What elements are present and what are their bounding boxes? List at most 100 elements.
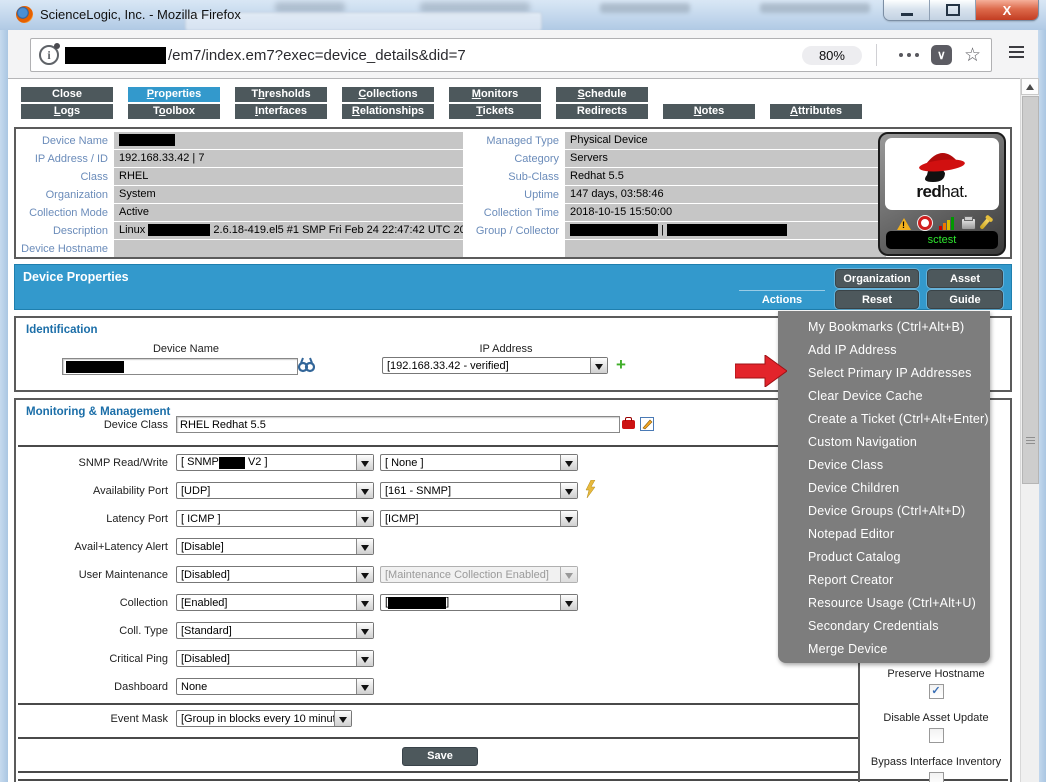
actions-button[interactable]: Actions (739, 290, 825, 310)
add-ip-icon[interactable]: + (616, 358, 626, 372)
pocket-icon[interactable]: ∨ (931, 45, 952, 65)
bar-chart-icon[interactable] (939, 217, 954, 230)
wrench-icon[interactable] (979, 217, 990, 230)
menu-item-device-children[interactable]: Device Children (778, 477, 990, 500)
reset-button[interactable]: Reset (835, 290, 919, 309)
snmp-read-write-select[interactable]: [ SNMP V2 ] (176, 454, 374, 471)
dashboard-select[interactable]: None (176, 678, 374, 695)
tab-logs[interactable]: Logs (21, 104, 113, 119)
ip-address-select[interactable]: [192.168.33.42 - verified] (382, 357, 608, 374)
checkbox[interactable] (929, 728, 944, 743)
tab-schedule[interactable]: Schedule (556, 87, 648, 102)
device-class-tile[interactable]: redhat. sctest (878, 132, 1006, 256)
browser-scrollbar[interactable] (1020, 78, 1039, 782)
menu-item-device-class[interactable]: Device Class (778, 454, 990, 477)
menu-item-add-ip-address[interactable]: Add IP Address (778, 339, 990, 362)
close-window-button[interactable]: X (976, 0, 1038, 20)
menu-item-secondary-credentials[interactable]: Secondary Credentials (778, 615, 990, 638)
checkbox-label: Preserve Hostname (860, 668, 1012, 680)
menu-item-resource-usage-ctrl-alt-u[interactable]: Resource Usage (Ctrl+Alt+U) (778, 592, 990, 615)
tab-toolbox[interactable]: Toolbox (128, 104, 220, 119)
device-info-row: ClassRHELSub-ClassRedhat 5.5 (18, 168, 886, 185)
tab-collections[interactable]: Collections (342, 87, 434, 102)
ip-address-label: IP Address (431, 343, 581, 355)
user-maintenance-select[interactable]: [Disabled] (176, 566, 374, 583)
device-class-input[interactable]: RHEL Redhat 5.5 (176, 416, 620, 433)
info-value: Linux 2.6.18-419.el5 #1 SMP Fri Feb 24 2… (114, 222, 463, 239)
snmp-read-write-secondary-select[interactable]: [ None ] (380, 454, 578, 471)
latency-port-select[interactable]: [ ICMP ] (176, 510, 374, 527)
site-info-icon[interactable]: i (39, 45, 59, 65)
menu-item-custom-navigation[interactable]: Custom Navigation (778, 431, 990, 454)
dropdown-value: [] (381, 596, 560, 608)
printer-icon[interactable] (961, 218, 976, 230)
checkbox[interactable] (929, 772, 944, 782)
menu-item-clear-device-cache[interactable]: Clear Device Cache (778, 385, 990, 408)
device-properties-bar: Device Properties Organization Asset Act… (14, 264, 1012, 310)
bookmark-star-icon[interactable]: ☆ (964, 46, 981, 65)
menu-item-select-primary-ip-addresses[interactable]: Select Primary IP Addresses (778, 362, 990, 385)
tab-close[interactable]: Close (21, 87, 113, 102)
availability-port-secondary-select[interactable]: [161 - SNMP] (380, 482, 578, 499)
availability-port-select[interactable]: [UDP] (176, 482, 374, 499)
dropdown-value: [Disabled] (177, 569, 356, 581)
info-value (114, 132, 463, 149)
info-value: Servers (565, 150, 886, 167)
checkbox-checked[interactable]: ✓ (929, 684, 944, 699)
device-info-row: IP Address / ID192.168.33.42 | 7Category… (18, 150, 886, 167)
maximize-button[interactable] (930, 0, 976, 20)
tab-notes[interactable]: Notes (663, 104, 755, 119)
menu-item-product-catalog[interactable]: Product Catalog (778, 546, 990, 569)
lightning-icon[interactable] (584, 480, 596, 498)
tab-interfaces[interactable]: Interfaces (235, 104, 327, 119)
tab-relationships[interactable]: Relationships (342, 104, 434, 119)
collection-secondary-select[interactable]: [] (380, 594, 578, 611)
binoculars-search-icon[interactable] (298, 356, 315, 373)
collection-select[interactable]: [Enabled] (176, 594, 374, 611)
menu-item-merge-device[interactable]: Merge Device (778, 638, 990, 661)
menu-item-my-bookmarks-ctrl-alt-b[interactable]: My Bookmarks (Ctrl+Alt+B) (778, 316, 990, 339)
user-maintenance-secondary-select[interactable]: [Maintenance Collection Enabled] (380, 566, 578, 583)
menu-item-device-groups-ctrl-alt-d[interactable]: Device Groups (Ctrl+Alt+D) (778, 500, 990, 523)
critical-ping-select[interactable]: [Disabled] (176, 650, 374, 667)
info-value: 2018-10-15 15:50:00 (565, 204, 886, 221)
warning-icon[interactable] (897, 218, 911, 230)
device-name-input[interactable] (62, 358, 298, 375)
tab-attributes[interactable]: Attributes (770, 104, 862, 119)
scrollbar-thumb[interactable] (1022, 96, 1039, 484)
edit-icon[interactable] (640, 417, 654, 431)
url-text[interactable]: /em7/index.em7?exec=device_details&did=7 (168, 47, 802, 64)
menu-item-report-creator[interactable]: Report Creator (778, 569, 990, 592)
latency-port-secondary-select[interactable]: [ICMP] (380, 510, 578, 527)
chevron-down-icon (560, 483, 577, 498)
section-divider (18, 737, 858, 739)
event-mask-select[interactable]: [Group in blocks every 10 minutes] (176, 710, 352, 727)
toolbox-icon[interactable] (622, 420, 635, 429)
organization-button[interactable]: Organization (835, 269, 919, 288)
save-button[interactable]: Save (402, 747, 478, 766)
device-summary-panel: Device NameManaged TypePhysical DeviceIP… (14, 127, 1012, 259)
tab-monitors[interactable]: Monitors (449, 87, 541, 102)
menu-item-create-a-ticket-ctrl-alt-enter[interactable]: Create a Ticket (Ctrl+Alt+Enter) (778, 408, 990, 431)
device-info-row: Collection ModeActiveCollection Time2018… (18, 204, 886, 221)
menu-hamburger-icon[interactable] (1009, 46, 1024, 61)
coll-type-select[interactable]: [Standard] (176, 622, 374, 639)
dropdown-value: [ICMP] (381, 513, 560, 525)
scrollbar-up-arrow[interactable] (1021, 78, 1039, 95)
avail-latency-alert-select[interactable]: [Disable] (176, 538, 374, 555)
tab-redirects[interactable]: Redirects (556, 104, 648, 119)
red-callout-arrow (735, 355, 787, 387)
zoom-level-badge[interactable]: 80% (802, 46, 862, 65)
dropdown-value: None (177, 681, 356, 693)
guide-button[interactable]: Guide (927, 290, 1003, 309)
lifesaver-icon[interactable] (918, 216, 932, 230)
field-label: Critical Ping (18, 653, 168, 665)
page-actions-icon[interactable] (899, 53, 919, 57)
tab-properties[interactable]: Properties (128, 87, 220, 102)
tab-tickets[interactable]: Tickets (449, 104, 541, 119)
url-bar[interactable]: i /em7/index.em7?exec=device_details&did… (30, 38, 992, 72)
tab-thresholds[interactable]: Thresholds (235, 87, 327, 102)
minimize-button[interactable] (884, 0, 930, 20)
asset-button[interactable]: Asset (927, 269, 1003, 288)
menu-item-notepad-editor[interactable]: Notepad Editor (778, 523, 990, 546)
